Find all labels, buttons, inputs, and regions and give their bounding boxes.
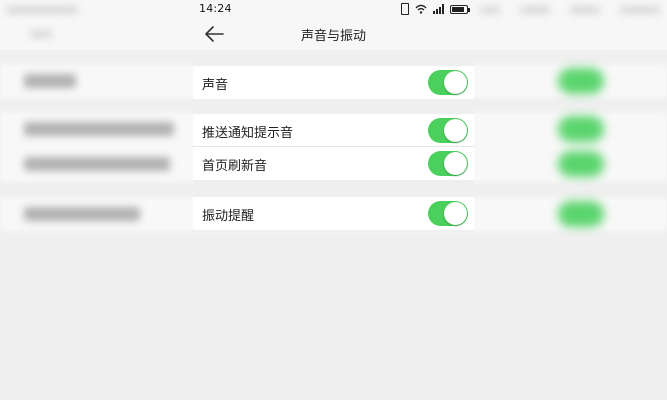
setting-row-push-sound: 推送通知提示音 (193, 114, 474, 147)
bg-blur-text-1 (24, 74, 76, 88)
bg-blur-statusbar-right-3 (570, 6, 600, 14)
nav-bar: 声音与振动 (193, 18, 474, 50)
status-bar: 14:24 (193, 0, 474, 18)
vibrate-icon (401, 3, 409, 15)
battery-icon (450, 4, 470, 14)
bg-blur-toggle-2 (558, 116, 604, 142)
settings-group-notification: 推送通知提示音 首页刷新音 (193, 114, 474, 180)
bg-blur-text-4 (24, 207, 140, 221)
bg-blur-text-2 (24, 122, 174, 136)
setting-label: 声音 (202, 78, 229, 93)
bg-blur-toggle-1 (558, 68, 604, 94)
setting-row-vibrate: 振动提醒 (193, 197, 474, 230)
bg-blur-toggle-4 (558, 201, 604, 227)
status-time: 14:24 (199, 2, 232, 15)
bg-blur-statusbar-right-4 (620, 6, 660, 14)
bg-blur-back-arrow (30, 30, 52, 38)
setting-row-sound: 声音 (193, 66, 474, 99)
bg-blur-statusbar-left (6, 6, 78, 14)
page-title: 声音与振动 (300, 29, 366, 44)
vibrate-toggle[interactable] (428, 201, 468, 226)
toggle-knob (444, 202, 467, 225)
toggle-knob (444, 119, 467, 142)
push-sound-toggle[interactable] (428, 118, 468, 143)
bg-blur-statusbar-right-2 (520, 6, 550, 14)
toggle-knob (444, 71, 467, 94)
status-icons (401, 3, 470, 15)
setting-row-refresh-sound: 首页刷新音 (193, 147, 474, 180)
refresh-sound-toggle[interactable] (428, 151, 468, 176)
signal-icon (433, 4, 444, 14)
bg-blur-statusbar-right-1 (480, 6, 500, 14)
bg-blur-toggle-3 (558, 151, 604, 177)
phone-screen: 14:24 声音与振动 声音 推送通知提示音 首页刷新音 振动提醒 (193, 0, 474, 232)
toggle-knob (444, 152, 467, 175)
setting-label: 振动提醒 (202, 209, 255, 224)
wifi-icon (415, 4, 427, 14)
bg-blur-text-3 (24, 157, 170, 171)
settings-group-sound: 声音 (193, 66, 474, 99)
setting-label: 首页刷新音 (202, 159, 268, 174)
settings-group-vibrate: 振动提醒 (193, 197, 474, 230)
sound-toggle[interactable] (428, 70, 468, 95)
setting-label: 推送通知提示音 (202, 126, 294, 141)
